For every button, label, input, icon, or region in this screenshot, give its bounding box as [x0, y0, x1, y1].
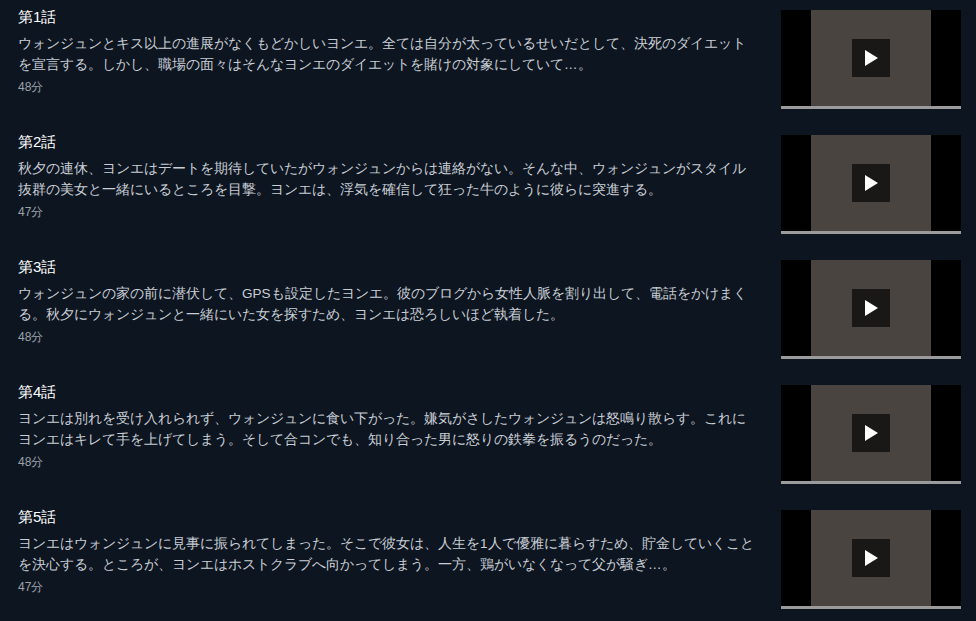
play-button[interactable]	[852, 289, 890, 327]
episode-duration: 48分	[18, 78, 757, 96]
episode-title: 第3話	[18, 256, 757, 278]
episode-list-page: 第1話ウォンジュンとキス以上の進展がなくもどかしいヨンエ。全ては自分が太っている…	[0, 0, 976, 621]
episode-title: 第4話	[18, 381, 757, 403]
episode-info: 第2話秋夕の連休、ヨンエはデートを期待していたがウォンジュンからは連絡がない。そ…	[18, 125, 781, 221]
thumbnail-frame	[781, 260, 961, 356]
play-icon	[863, 424, 879, 442]
play-icon	[863, 299, 879, 317]
episode-thumbnail[interactable]	[781, 10, 961, 109]
episode-description: 秋夕の連休、ヨンエはデートを期待していたがウォンジュンからは連絡がない。そんな中…	[18, 158, 757, 200]
episode-thumbnail[interactable]	[781, 260, 961, 359]
play-button[interactable]	[852, 539, 890, 577]
episode-title: 第5話	[18, 506, 757, 528]
episode-title: 第1話	[18, 6, 757, 28]
thumbnail-frame	[781, 135, 961, 231]
thumbnail-frame	[781, 510, 961, 606]
play-icon	[863, 549, 879, 567]
progress-track	[781, 356, 961, 359]
episode-row[interactable]: 第2話秋夕の連休、ヨンエはデートを期待していたがウォンジュンからは連絡がない。そ…	[0, 125, 976, 250]
episode-row[interactable]: 第5話ヨンエはウォンジュンに見事に振られてしまった。そこで彼女は、人生を1人で優…	[0, 500, 976, 621]
progress-track	[781, 481, 961, 484]
episode-title: 第2話	[18, 131, 757, 153]
episode-row[interactable]: 第1話ウォンジュンとキス以上の進展がなくもどかしいヨンエ。全ては自分が太っている…	[0, 0, 976, 125]
play-button[interactable]	[852, 164, 890, 202]
play-icon	[863, 174, 879, 192]
episode-duration: 48分	[18, 328, 757, 346]
episode-row[interactable]: 第3話ウォンジュンの家の前に潜伏して、GPSも設定したヨンエ。彼のブログから女性…	[0, 250, 976, 375]
episode-thumbnail[interactable]	[781, 135, 961, 234]
play-button[interactable]	[852, 414, 890, 452]
episode-thumbnail[interactable]	[781, 510, 961, 609]
progress-track	[781, 231, 961, 234]
episode-description: ウォンジュンの家の前に潜伏して、GPSも設定したヨンエ。彼のブログから女性人脈を…	[18, 283, 757, 325]
episode-info: 第4話ヨンエは別れを受け入れられず、ウォンジュンに食い下がった。嫌気がさしたウォ…	[18, 375, 781, 471]
episode-duration: 47分	[18, 578, 757, 596]
episode-description: ヨンエはウォンジュンに見事に振られてしまった。そこで彼女は、人生を1人で優雅に暮…	[18, 533, 757, 575]
episode-thumbnail[interactable]	[781, 385, 961, 484]
play-button[interactable]	[852, 39, 890, 77]
play-icon	[863, 49, 879, 67]
progress-track	[781, 606, 961, 609]
episode-row[interactable]: 第4話ヨンエは別れを受け入れられず、ウォンジュンに食い下がった。嫌気がさしたウォ…	[0, 375, 976, 500]
thumbnail-frame	[781, 385, 961, 481]
episode-duration: 48分	[18, 453, 757, 471]
episode-info: 第5話ヨンエはウォンジュンに見事に振られてしまった。そこで彼女は、人生を1人で優…	[18, 500, 781, 596]
episode-info: 第3話ウォンジュンの家の前に潜伏して、GPSも設定したヨンエ。彼のブログから女性…	[18, 250, 781, 346]
episode-info: 第1話ウォンジュンとキス以上の進展がなくもどかしいヨンエ。全ては自分が太っている…	[18, 0, 781, 96]
progress-track	[781, 106, 961, 109]
episode-duration: 47分	[18, 203, 757, 221]
episode-description: ヨンエは別れを受け入れられず、ウォンジュンに食い下がった。嫌気がさしたウォンジュ…	[18, 408, 757, 450]
thumbnail-frame	[781, 10, 961, 106]
episode-description: ウォンジュンとキス以上の進展がなくもどかしいヨンエ。全ては自分が太っているせいだ…	[18, 33, 757, 75]
